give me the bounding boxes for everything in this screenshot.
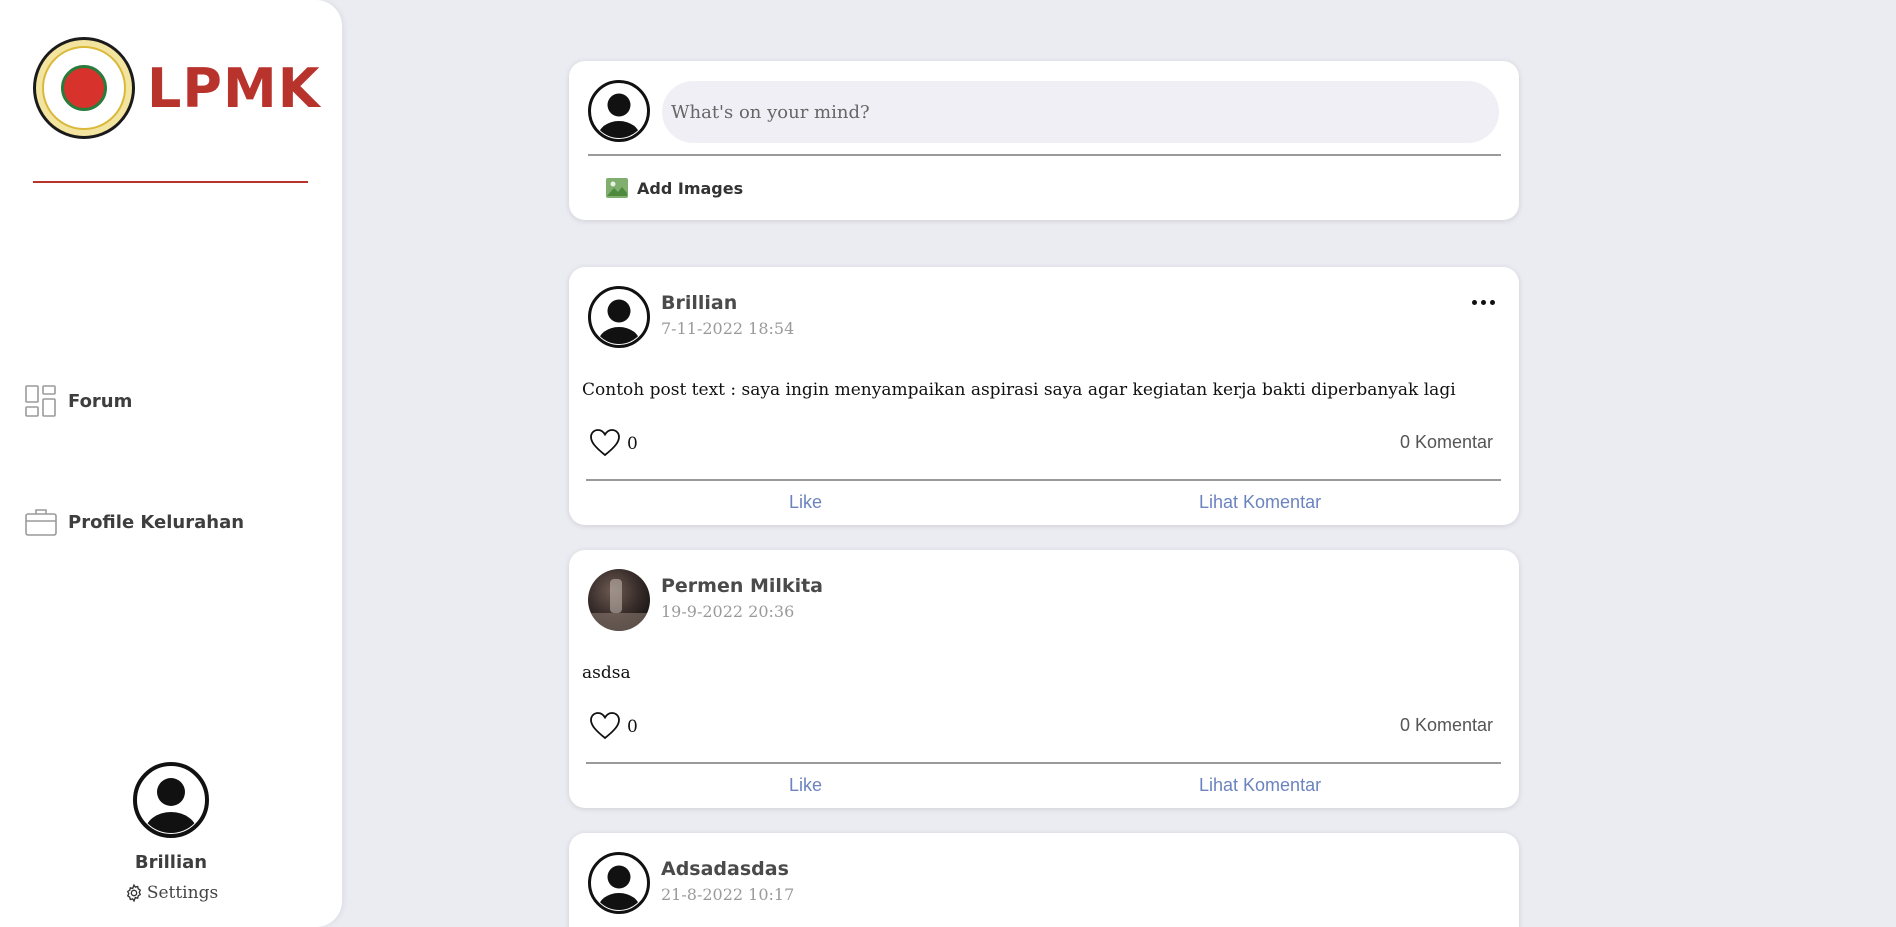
post-timestamp: 21-8-2022 10:17: [661, 885, 795, 904]
post-timestamp: 19-9-2022 20:36: [661, 602, 795, 621]
post-input[interactable]: [662, 81, 1499, 143]
divider: [586, 479, 1501, 481]
comment-count[interactable]: 0 Komentar: [1400, 432, 1493, 453]
like-count: 0: [627, 434, 638, 454]
heart-icon[interactable]: [589, 428, 621, 458]
post-text: Contoh post text : saya ingin menyampaik…: [582, 380, 1456, 400]
grid-icon: [25, 385, 56, 417]
divider: [588, 154, 1501, 156]
settings-link[interactable]: Settings: [124, 883, 218, 903]
post-card: Adsadasdas 21-8-2022 10:17: [569, 833, 1519, 927]
post-timestamp: 7-11-2022 18:54: [661, 319, 795, 338]
post-author[interactable]: Permen Milkita: [661, 575, 823, 597]
avatar[interactable]: [588, 852, 650, 914]
gear-icon: [126, 883, 141, 903]
avatar[interactable]: [133, 762, 209, 838]
sidebar-item-forum[interactable]: Forum: [24, 384, 132, 418]
add-images-label: Add Images: [637, 178, 744, 198]
image-icon: [606, 178, 628, 198]
sidebar-user-name: Brillian: [134, 852, 208, 873]
post-text: asdsa: [582, 663, 631, 683]
sidebar-item-label: Forum: [68, 390, 133, 412]
view-comments-button[interactable]: Lihat Komentar: [1199, 775, 1321, 796]
post-author[interactable]: Brillian: [661, 292, 737, 314]
settings-label: Settings: [146, 883, 219, 903]
post-composer: Add Images: [569, 61, 1519, 220]
sidebar-item-label: Profile Kelurahan: [68, 511, 245, 533]
post-author[interactable]: Adsadasdas: [661, 858, 789, 880]
comment-count[interactable]: 0 Komentar: [1400, 715, 1493, 736]
heart-icon[interactable]: [589, 711, 621, 741]
like-button[interactable]: Like: [789, 492, 822, 513]
avatar: [588, 80, 650, 142]
more-options-icon[interactable]: [1472, 299, 1496, 307]
briefcase-icon: [25, 509, 57, 536]
logo-seal-icon: [33, 37, 135, 139]
sidebar-divider: [33, 181, 308, 183]
like-count: 0: [627, 717, 638, 737]
avatar[interactable]: [588, 286, 650, 348]
add-images-button[interactable]: Add Images: [605, 176, 743, 200]
logo[interactable]: LPMK: [33, 37, 321, 139]
post-card: Permen Milkita 19-9-2022 20:36 asdsa 0 0…: [569, 550, 1519, 808]
sidebar-user: Brillian Settings: [0, 762, 342, 907]
avatar[interactable]: [588, 569, 650, 631]
like-button[interactable]: Like: [789, 775, 822, 796]
view-comments-button[interactable]: Lihat Komentar: [1199, 492, 1321, 513]
post-card: Brillian 7-11-2022 18:54 Contoh post tex…: [569, 267, 1519, 525]
sidebar-item-profile-kelurahan[interactable]: Profile Kelurahan: [24, 505, 244, 539]
divider: [586, 762, 1501, 764]
sidebar: LPMK Forum Profile Kelurahan Brillian Se…: [0, 0, 342, 927]
logo-text: LPMK: [147, 56, 321, 120]
